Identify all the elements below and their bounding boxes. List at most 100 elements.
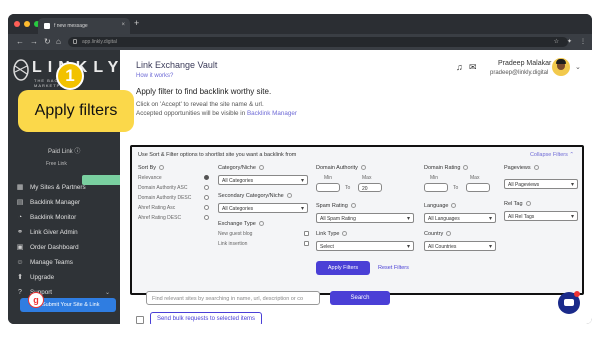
browser-tab[interactable]: f new message × xyxy=(38,18,130,34)
sidebar-item-manage-teams[interactable]: ☺ Manage Teams xyxy=(16,255,116,270)
link-icon: ⚭ xyxy=(17,228,23,236)
select-all-checkbox[interactable] xyxy=(136,316,144,324)
rel-tag-label: Rel Tag xyxy=(504,201,531,207)
language-label: Language xyxy=(424,203,457,209)
new-tab-icon[interactable]: + xyxy=(134,19,139,28)
info-icon xyxy=(258,165,264,171)
browser-window: f new message × + ← → ↻ ⌂ app.linkly.dig… xyxy=(8,14,592,324)
back-icon[interactable]: ← xyxy=(16,37,24,46)
reset-filters-link[interactable]: Reset Filters xyxy=(378,265,409,271)
exchange-new-guest-blog-checkbox[interactable] xyxy=(304,231,309,236)
address-bar[interactable]: app.linkly.digital xyxy=(68,37,568,47)
secondary-category-select[interactable]: All Categories xyxy=(218,203,308,213)
paid-link-label[interactable]: Paid Link ⓘ xyxy=(48,146,80,155)
domain-authority-label: Domain Authority xyxy=(316,165,366,171)
info-icon xyxy=(159,165,165,171)
main-content: Link Exchange Vault How it works? ♫ ✉ Pr… xyxy=(120,50,592,324)
sort-radio-ar-asc[interactable] xyxy=(204,205,209,210)
close-window-dot[interactable] xyxy=(14,21,20,27)
free-link-label[interactable]: Free Link xyxy=(46,161,67,167)
apply-filters-callout: Apply filters xyxy=(18,90,134,132)
forward-icon[interactable]: → xyxy=(30,37,38,46)
lock-icon xyxy=(73,39,77,44)
dr-min-label: Min xyxy=(430,175,439,181)
browser-toolbar: ← → ↻ ⌂ app.linkly.digital ☆ ✦ ⋮ xyxy=(8,34,592,50)
info-icon xyxy=(350,203,356,209)
browser-tabbar: f new message × + xyxy=(8,14,592,34)
country-select[interactable]: All Countries xyxy=(424,241,496,251)
language-select[interactable]: All Languages xyxy=(424,213,496,223)
da-min-label: Min xyxy=(324,175,333,181)
info-icon xyxy=(451,203,457,209)
intro-line-1: Click on 'Accept' to reveal the site nam… xyxy=(136,101,264,108)
rel-tag-select[interactable]: All Rel Tags xyxy=(504,211,578,221)
secondary-category-label: Secondary Category/Niche xyxy=(218,193,292,199)
pageviews-label: Pageviews xyxy=(504,165,539,171)
notification-badge xyxy=(574,291,580,297)
filter-panel: Use Sort & Filter options to shortlist s… xyxy=(130,145,584,295)
link-type-select[interactable]: Select xyxy=(316,241,414,251)
search-input[interactable]: Find relevant sites by searching in name… xyxy=(146,291,320,305)
sort-radio-da-asc[interactable] xyxy=(204,185,209,190)
support-icon: ? xyxy=(18,288,22,296)
table-icon: ▤ xyxy=(16,198,24,206)
chat-bubble-icon xyxy=(564,299,574,306)
sort-option-relevance: Relevance xyxy=(138,175,162,181)
dashboard-icon: ▣ xyxy=(16,243,24,251)
pageviews-select[interactable]: All Pageviews xyxy=(504,179,578,189)
chevron-down-icon[interactable]: ⌄ xyxy=(575,63,581,71)
chat-widget[interactable] xyxy=(558,291,580,314)
browser-actions: ☆ ✦ ⋮ xyxy=(554,38,586,45)
avatar[interactable] xyxy=(552,58,570,76)
info-icon xyxy=(360,165,366,171)
sidebar-item-order-dashboard[interactable]: ▣ Order Dashboard xyxy=(16,240,116,255)
menu-icon[interactable]: ⋮ xyxy=(580,38,586,45)
exchange-link-insertion-checkbox[interactable] xyxy=(304,241,309,246)
da-max-input[interactable]: 20 xyxy=(358,183,382,192)
spam-rating-label: Spam Rating xyxy=(316,203,356,209)
star-icon[interactable]: ☆ xyxy=(554,38,559,45)
collapse-filters-link[interactable]: Collapse Filters ⌃ xyxy=(530,152,574,158)
send-bulk-requests-button[interactable]: Send bulk requests to selected items xyxy=(150,312,262,324)
monitor-icon: ◔ xyxy=(17,213,23,221)
category-select[interactable]: All Categories xyxy=(218,175,308,185)
sidebar-item-upgrade[interactable]: ⬆ Upgrade xyxy=(16,270,116,285)
sort-option-ar-desc: Ahref Rating DESC xyxy=(138,215,182,221)
how-it-works-link[interactable]: How it works? xyxy=(136,73,173,79)
step-number-badge: 1 xyxy=(56,62,84,90)
apply-filters-button[interactable]: Apply Filters xyxy=(316,261,370,275)
sort-radio-relevance[interactable] xyxy=(204,175,209,180)
sort-option-da-asc: Domain Authority ASC xyxy=(138,185,188,191)
search-button[interactable]: Search xyxy=(330,291,390,305)
user-email: pradeep@linkly.digital xyxy=(490,70,549,76)
bell-icon[interactable]: ♫ xyxy=(456,62,463,72)
backlink-manager-link[interactable]: Backlink Manager xyxy=(247,110,297,117)
favicon-icon xyxy=(44,23,50,29)
dr-max-input[interactable] xyxy=(466,183,490,192)
dr-min-input[interactable] xyxy=(424,183,448,192)
intro-heading: Apply filter to find backlink worthy sit… xyxy=(136,87,272,96)
sort-radio-ar-desc[interactable] xyxy=(204,215,209,220)
extensions-icon[interactable]: ✦ xyxy=(567,38,572,45)
sidebar-item-backlink-monitor[interactable]: ◔ Backlink Monitor xyxy=(16,210,116,225)
reload-icon[interactable]: ↻ xyxy=(44,37,51,46)
sidebar-item-backlink-manager[interactable]: ▤ Backlink Manager xyxy=(16,195,116,210)
filter-hint: Use Sort & Filter options to shortlist s… xyxy=(138,152,297,158)
sidebar-item-my-sites[interactable]: ▦ My Sites & Partners xyxy=(16,180,116,195)
sidebar-item-link-giver-admin[interactable]: ⚭ Link Giver Admin xyxy=(16,225,116,240)
close-tab-icon[interactable]: × xyxy=(121,22,125,28)
domain-rating-label: Domain Rating xyxy=(424,165,469,171)
exchange-new-guest-blog: New guest blog xyxy=(218,231,253,237)
exchange-type-label: Exchange Type xyxy=(218,221,264,227)
da-min-input[interactable] xyxy=(316,183,340,192)
link-type-label: Link Type xyxy=(316,231,348,237)
country-label: Country xyxy=(424,231,452,237)
g-logo-icon: g xyxy=(28,292,44,308)
minimize-window-dot[interactable] xyxy=(24,21,30,27)
da-to-label: To xyxy=(345,185,351,191)
sort-radio-da-desc[interactable] xyxy=(204,195,209,200)
home-icon[interactable]: ⌂ xyxy=(56,37,61,46)
spam-rating-select[interactable]: All Spam Rating xyxy=(316,213,414,223)
info-icon xyxy=(463,165,469,171)
mail-icon[interactable]: ✉ xyxy=(469,62,477,73)
